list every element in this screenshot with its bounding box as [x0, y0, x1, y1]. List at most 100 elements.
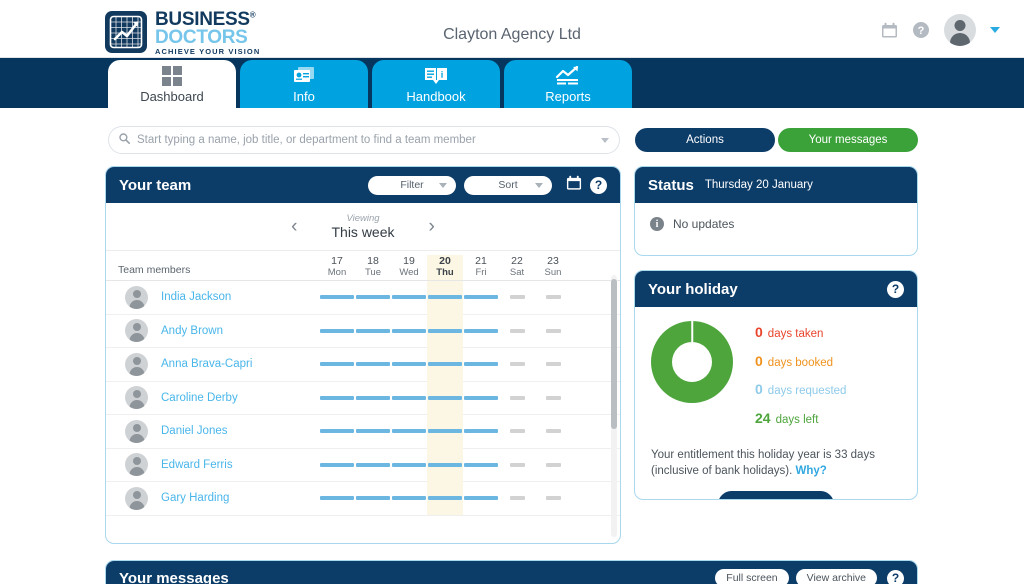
help-icon[interactable]: ?: [887, 280, 904, 298]
status-panel-header: Status Thursday 20 January: [635, 167, 917, 203]
schedule-cell-wed[interactable]: [391, 482, 427, 516]
team-member-name[interactable]: Edward Ferris: [161, 459, 319, 471]
schedule-cell-fri[interactable]: [463, 448, 499, 482]
table-row[interactable]: Anna Brava-Capri: [106, 347, 620, 382]
non-working-bar: [509, 395, 525, 400]
actions-button[interactable]: Actions: [635, 128, 775, 152]
tab-handbook[interactable]: i Handbook: [372, 60, 500, 108]
request-holiday-button[interactable]: Request a holiday: [718, 491, 834, 499]
schedule-cell-thu[interactable]: [427, 414, 463, 448]
table-row[interactable]: India Jackson: [106, 280, 620, 315]
schedule-cell-thu[interactable]: [427, 448, 463, 482]
help-icon[interactable]: ?: [887, 569, 904, 584]
team-member-name[interactable]: Andy Brown: [161, 325, 319, 337]
schedule-cell-sat[interactable]: [499, 415, 535, 449]
schedule-cell-tue[interactable]: [355, 415, 391, 449]
schedule-cell-sun[interactable]: [535, 448, 571, 482]
search-input[interactable]: Start typing a name, job title, or depar…: [108, 126, 620, 154]
table-row[interactable]: Daniel Jones: [106, 414, 620, 449]
table-row[interactable]: Caroline Derby: [106, 381, 620, 415]
your-messages-button[interactable]: Your messages: [778, 128, 918, 152]
tab-reports[interactable]: Reports: [504, 60, 632, 108]
chevron-down-icon[interactable]: [990, 27, 1000, 33]
schedule-cell-wed[interactable]: [391, 381, 427, 415]
why-link[interactable]: Why?: [795, 465, 826, 477]
schedule-cell-wed[interactable]: [391, 314, 427, 348]
schedule-cell-wed[interactable]: [391, 448, 427, 482]
table-row[interactable]: Edward Ferris: [106, 448, 620, 482]
filter-dropdown[interactable]: Filter: [368, 175, 456, 195]
schedule-cell-tue[interactable]: [355, 281, 391, 315]
schedule-cell-fri[interactable]: [463, 381, 499, 415]
team-member-name[interactable]: India Jackson: [161, 291, 319, 303]
calendar-icon[interactable]: [566, 175, 582, 196]
working-bar: [320, 395, 354, 400]
schedule-cell-fri[interactable]: [463, 314, 499, 348]
schedule-cell-thu[interactable]: [427, 347, 463, 381]
schedule-cell-fri[interactable]: [463, 281, 499, 315]
chevron-down-icon[interactable]: [601, 137, 609, 143]
schedule-cell-mon[interactable]: [319, 482, 355, 516]
schedule-cell-thu[interactable]: [427, 314, 463, 348]
table-row[interactable]: Gary Harding: [106, 481, 620, 516]
schedule-cell-tue[interactable]: [355, 348, 391, 382]
previous-week-button[interactable]: ‹: [291, 217, 297, 236]
schedule-cell-mon[interactable]: [319, 281, 355, 315]
your-holiday-title: Your holiday: [648, 280, 738, 298]
schedule-cell-sat[interactable]: [499, 281, 535, 315]
sort-dropdown[interactable]: Sort: [464, 175, 552, 195]
team-member-name[interactable]: Gary Harding: [161, 492, 319, 504]
view-archive-button[interactable]: View archive: [795, 569, 877, 584]
next-week-button[interactable]: ›: [429, 217, 435, 236]
schedule-cell-sun[interactable]: [535, 381, 571, 415]
schedule-cell-mon[interactable]: [319, 348, 355, 382]
schedule-cell-tue[interactable]: [355, 314, 391, 348]
schedule-cell-wed[interactable]: [391, 281, 427, 315]
schedule-cell-sat[interactable]: [499, 314, 535, 348]
header-actions: ?: [881, 14, 1000, 46]
schedule-cell-fri[interactable]: [463, 482, 499, 516]
schedule-cell-sat[interactable]: [499, 381, 535, 415]
schedule-cell-tue[interactable]: [355, 381, 391, 415]
tab-info[interactable]: Info: [240, 60, 368, 108]
schedule-cell-wed[interactable]: [391, 348, 427, 382]
schedule-cell-wed[interactable]: [391, 415, 427, 449]
schedule-cell-sat[interactable]: [499, 448, 535, 482]
sort-dropdown-label: Sort: [498, 179, 518, 191]
schedule-cell-mon[interactable]: [319, 448, 355, 482]
non-working-bar: [509, 462, 525, 467]
schedule-cell-tue[interactable]: [355, 448, 391, 482]
holiday-note-line2: (inclusive of bank holidays).: [651, 464, 793, 477]
team-member-name[interactable]: Anna Brava-Capri: [161, 358, 319, 370]
working-bar: [428, 328, 462, 333]
day-number: 20: [439, 255, 451, 267]
avatar[interactable]: [944, 14, 976, 46]
schedule-cell-mon[interactable]: [319, 381, 355, 415]
schedule-cell-sun[interactable]: [535, 281, 571, 315]
schedule-cell-sat[interactable]: [499, 348, 535, 382]
help-icon[interactable]: ?: [912, 21, 930, 39]
calendar-icon[interactable]: [881, 22, 898, 39]
team-scrollbar-thumb[interactable]: [611, 279, 617, 429]
schedule-cell-sun[interactable]: [535, 314, 571, 348]
help-icon[interactable]: ?: [590, 176, 607, 194]
schedule-cell-thu[interactable]: [427, 481, 463, 515]
table-row[interactable]: Andy Brown: [106, 314, 620, 348]
schedule-cell-thu[interactable]: [427, 280, 463, 314]
schedule-cell-fri[interactable]: [463, 415, 499, 449]
day-column-sat: 22 Sat: [499, 255, 535, 280]
schedule-cell-sun[interactable]: [535, 482, 571, 516]
schedule-cell-tue[interactable]: [355, 482, 391, 516]
schedule-cell-fri[interactable]: [463, 348, 499, 382]
schedule-cell-sun[interactable]: [535, 415, 571, 449]
working-bar: [428, 395, 462, 400]
schedule-cell-sat[interactable]: [499, 482, 535, 516]
schedule-cell-mon[interactable]: [319, 415, 355, 449]
full-screen-button[interactable]: Full screen: [715, 569, 789, 584]
schedule-cell-mon[interactable]: [319, 314, 355, 348]
tab-dashboard[interactable]: Dashboard: [108, 60, 236, 108]
team-member-name[interactable]: Daniel Jones: [161, 425, 319, 437]
team-member-name[interactable]: Caroline Derby: [161, 392, 319, 404]
schedule-cell-thu[interactable]: [427, 381, 463, 415]
schedule-cell-sun[interactable]: [535, 348, 571, 382]
